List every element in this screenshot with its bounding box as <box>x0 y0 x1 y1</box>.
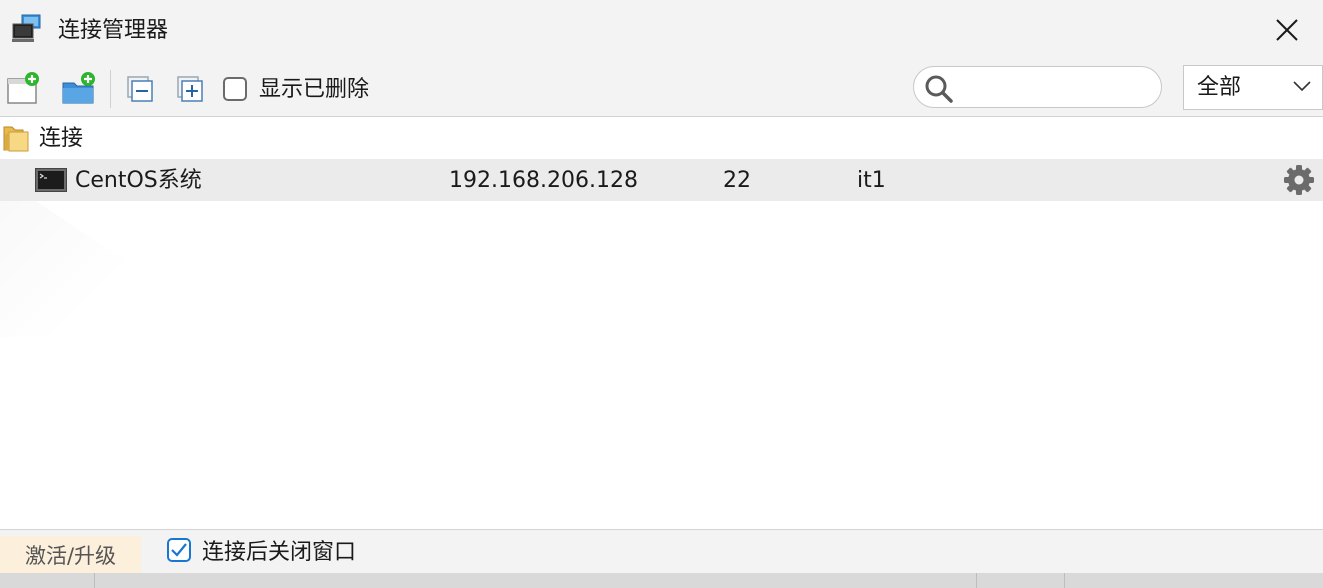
terminal-icon <box>35 168 67 192</box>
expand-all-icon <box>177 76 203 102</box>
show-deleted-label: 显示已删除 <box>259 77 370 102</box>
connection-user: it1 <box>857 168 886 193</box>
connection-name: CentOS系统 <box>75 168 202 193</box>
window-title: 连接管理器 <box>58 18 169 43</box>
checkmark-icon <box>171 543 187 557</box>
search-icon <box>925 75 953 103</box>
connection-manager-window: 连接管理器 显示已删除 全部 连接 CentOS系统 192.168.206.1… <box>0 0 1323 588</box>
new-folder-icon <box>62 72 95 104</box>
connection-tree: 连接 CentOS系统 192.168.206.128 22 it1 <box>0 117 1323 529</box>
tree-group-row[interactable]: 连接 <box>0 117 1323 159</box>
toolbar-separator <box>110 70 111 108</box>
background-decoration <box>0 177 240 337</box>
show-deleted-checkbox[interactable] <box>223 77 247 101</box>
footer: 激活/升级 连接后关闭窗口 <box>0 529 1323 574</box>
connection-port: 22 <box>723 168 751 193</box>
filter-selected-value: 全部 <box>1197 75 1242 100</box>
collapse-all-icon <box>127 76 153 102</box>
gear-icon[interactable] <box>1283 164 1315 196</box>
close-button[interactable] <box>1250 0 1323 60</box>
close-after-connect-checkbox[interactable] <box>167 538 191 562</box>
connection-host: 192.168.206.128 <box>449 168 638 193</box>
activate-upgrade-button[interactable]: 激活/升级 <box>0 536 141 574</box>
title-bar: 连接管理器 <box>0 0 1323 60</box>
divider <box>976 573 977 588</box>
close-icon <box>1275 19 1298 41</box>
search-box[interactable] <box>913 66 1162 108</box>
search-input[interactable] <box>962 73 1156 103</box>
new-session-button[interactable] <box>4 71 40 107</box>
chevron-down-icon <box>1293 81 1311 92</box>
folder-icon <box>3 126 29 152</box>
close-after-connect-label: 连接后关闭窗口 <box>202 540 357 565</box>
divider <box>94 573 95 588</box>
group-label: 连接 <box>39 126 84 151</box>
new-session-icon <box>7 72 39 104</box>
expand-all-button[interactable] <box>172 71 208 107</box>
divider <box>1064 573 1065 588</box>
collapse-all-button[interactable] <box>122 71 158 107</box>
table-row[interactable]: CentOS系统 192.168.206.128 22 it1 <box>0 159 1323 201</box>
new-folder-button[interactable] <box>60 71 96 107</box>
connection-manager-icon <box>12 14 41 42</box>
background-strip <box>0 573 1323 588</box>
toolbar: 显示已删除 全部 <box>0 60 1323 117</box>
filter-dropdown[interactable]: 全部 <box>1183 65 1323 110</box>
